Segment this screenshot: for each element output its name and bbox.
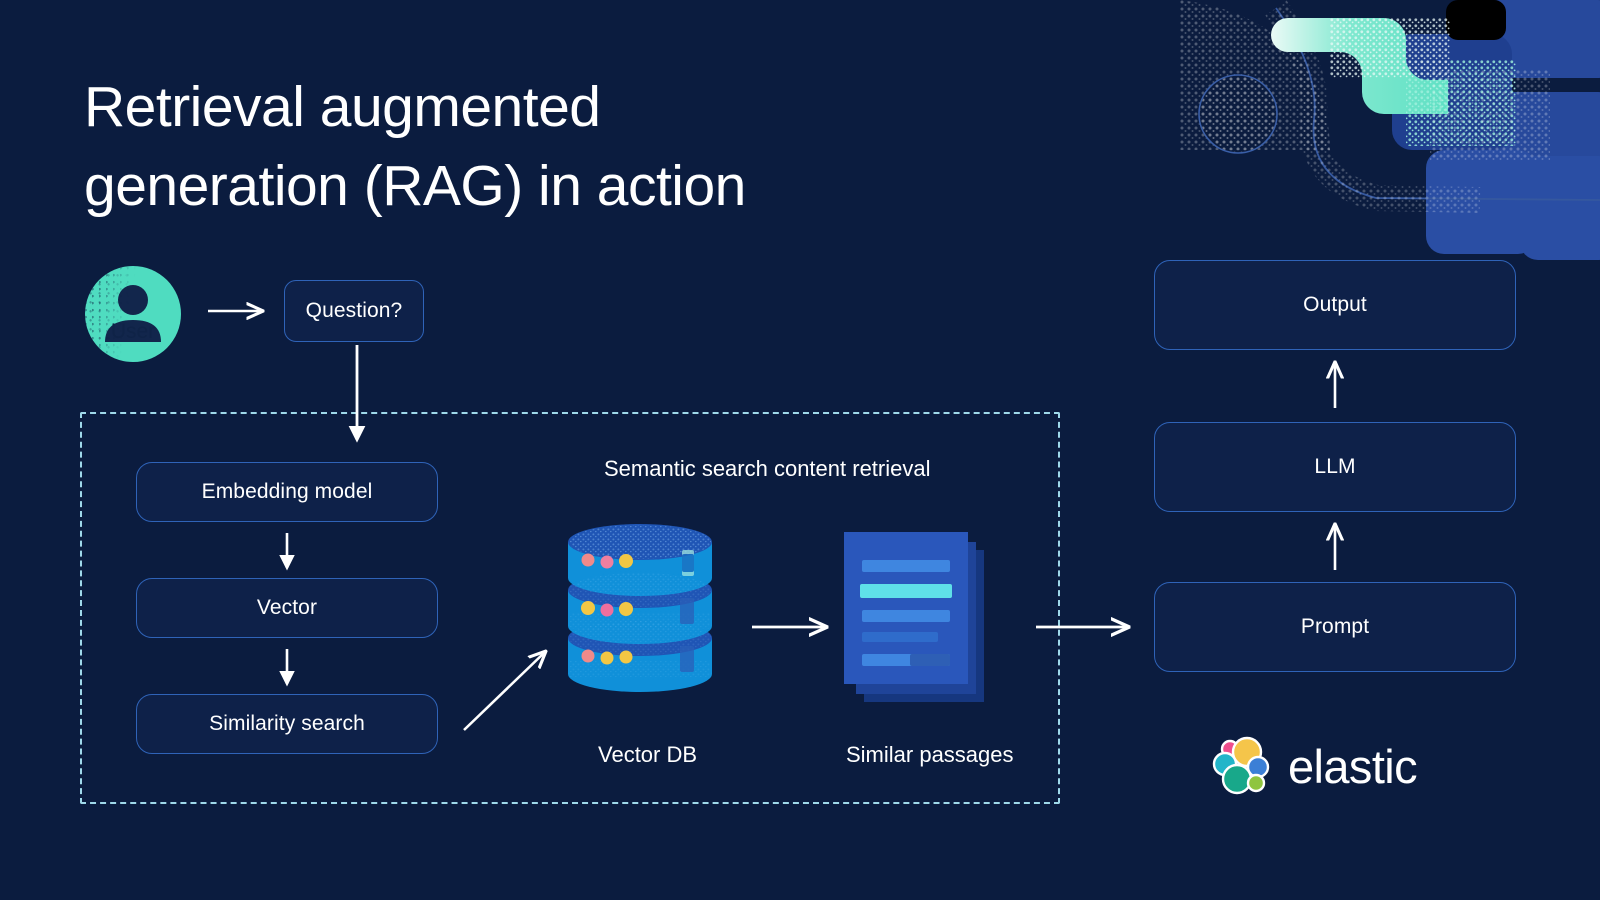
vector-label: Vector [256, 596, 318, 619]
question-node[interactable]: Question? [284, 280, 424, 342]
similarity-search-node[interactable]: Similarity search [136, 694, 438, 754]
llm-node[interactable]: LLM [1154, 422, 1516, 512]
user-avatar [85, 266, 181, 362]
output-label: Output [1303, 293, 1367, 316]
similarity-search-label: Similarity search [209, 712, 365, 735]
avatar-speckle-texture [85, 266, 181, 362]
embedding-model-node[interactable]: Embedding model [136, 462, 438, 522]
abstract-particle-graphic [1180, 0, 1600, 260]
rag-diagram-canvas: Retrieval augmented generation (RAG) in … [0, 0, 1600, 900]
vector-db-label: Vector DB [598, 742, 698, 767]
elastic-wordmark: elastic [1288, 739, 1418, 793]
llm-label: LLM [1314, 455, 1356, 478]
user-label: User [110, 320, 156, 343]
vector-db-icon [562, 518, 718, 716]
prompt-node[interactable]: Prompt [1154, 582, 1516, 672]
prompt-label: Prompt [1300, 615, 1370, 638]
semantic-search-section-label: Semantic search content retrieval [604, 456, 931, 481]
similar-passages-label: Similar passages [846, 742, 1014, 767]
elastic-branding: elastic [1208, 731, 1418, 801]
vector-node[interactable]: Vector [136, 578, 438, 638]
page-title: Retrieval augmented generation (RAG) in … [84, 75, 746, 218]
output-node[interactable]: Output [1154, 260, 1516, 350]
embedding-model-label: Embedding model [201, 480, 373, 503]
question-label: Question? [305, 299, 403, 322]
similar-passages-icon [836, 528, 992, 714]
elastic-cluster-logo [1212, 736, 1270, 795]
